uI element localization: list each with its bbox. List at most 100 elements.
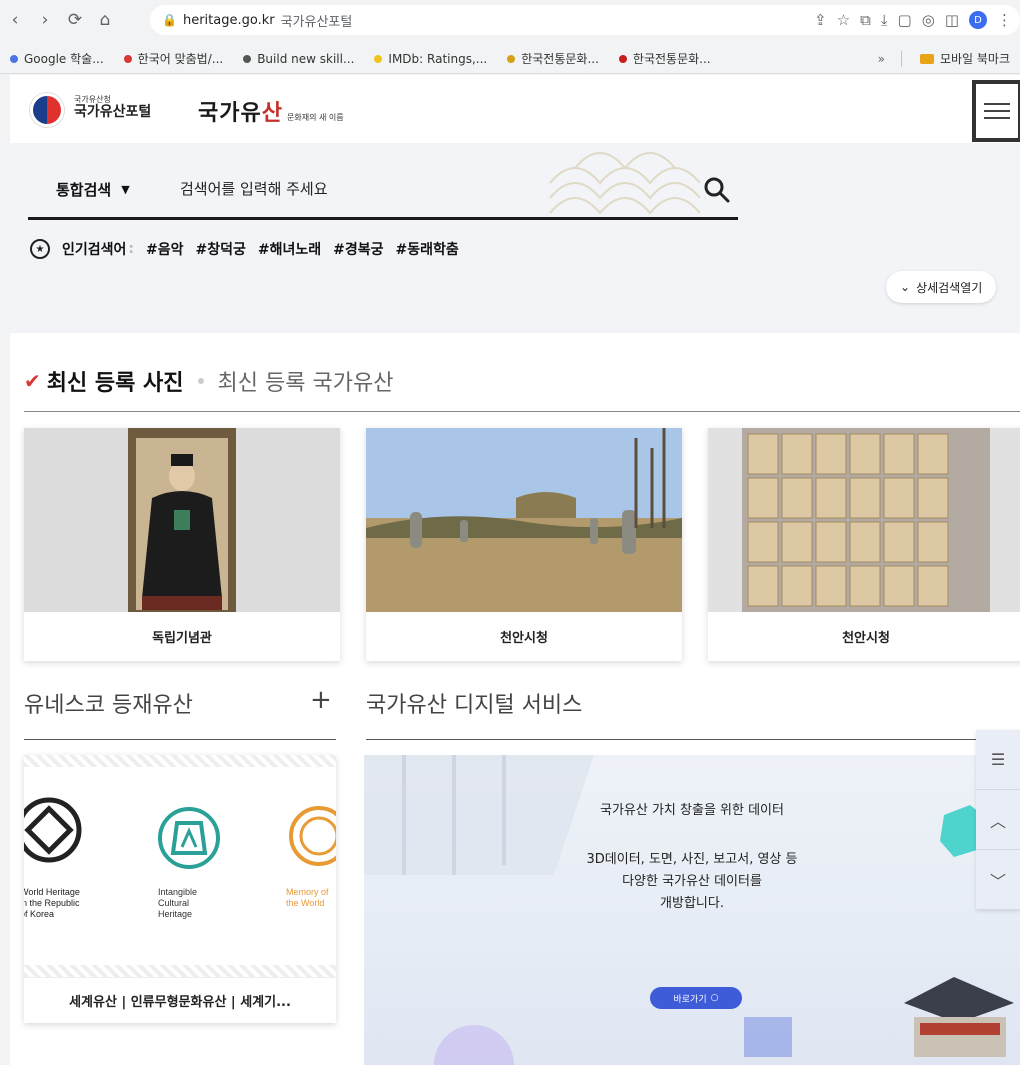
intangible-heritage-label: Intangible Cultural Heritage [158,887,198,919]
check-icon: ✔ [24,369,41,393]
bookmark-item[interactable]: 한국전통문화... [497,50,609,67]
page-viewport: 국가유산청 국가유산포털 국가유산 문화재의 새 이름 통합검색 ▼ 검색어를 … [10,75,1020,1065]
tab-divider [197,378,204,384]
unesco-more-button[interactable]: + [310,687,332,713]
digital-service-banner[interactable]: 국가유산 가치 창출을 위한 데이터 3D데이터, 도면, 사진, 보고서, 영… [364,755,1020,1065]
brand-tagline: 문화재의 새 이름 [286,113,344,122]
bookmark-favicon-icon [243,54,252,63]
back-icon[interactable]: ‹ [0,5,30,35]
portrait-illustration [128,428,236,612]
unesco-emblems: World Heritage in the Republic of Korea … [24,767,336,977]
scroll-top-chevron-icon[interactable]: ︿ [976,790,1020,850]
bookmark-item[interactable]: IMDb: Ratings,... [364,52,497,66]
search-input[interactable] [180,173,700,205]
popular-star-icon: ★ [30,239,50,259]
bookmark-favicon-icon [618,54,627,63]
bookmarks-divider [900,50,902,67]
intangible-heritage-emblem-icon [158,807,220,869]
scroll-down-chevron-icon[interactable]: ﹀ [976,850,1020,910]
memory-of-world-emblem-icon [289,806,336,866]
home-icon[interactable]: ⌂ [90,5,120,35]
unesco-card[interactable]: World Heritage in the Republic of Korea … [24,755,336,1023]
bookmarks-bar: Google 학술... 한국어 맞춤법/... Build new skill… [0,44,1020,74]
browser-menu-icon[interactable]: ⋮ [997,11,1012,29]
card-caption: 천안시청 [500,631,548,646]
search-type-dropdown[interactable]: 통합검색 ▼ [56,179,130,200]
photo-card[interactable]: 천안시청 [366,428,682,661]
digital-description: 3D데이터, 도면, 사진, 보고서, 영상 등 다양한 국가유산 데이터를 개… [586,852,798,911]
go-button[interactable]: 바로가기 ○ [650,987,742,1009]
bookmark-favicon-icon [123,54,132,63]
tabs-divider [24,411,1020,412]
agency-name: 국가유산청 [74,95,111,104]
keyword-tag[interactable]: #경복궁 [333,239,383,259]
photo-tabs: ✔ 최신 등록 사진 최신 등록 국가유산 [24,365,393,397]
bookmark-item[interactable]: Build new skill... [233,52,364,66]
search-section: 통합검색 ▼ ★ 인기검색어 : #음악 #창덕궁 #해녀노래 #경복궁 #동래… [10,143,1020,333]
more-bookmarks-button[interactable]: » [870,52,893,66]
photo-card[interactable]: 독립기념관 [24,428,340,661]
search-icon[interactable] [702,175,732,205]
detail-search-button[interactable]: ⌄ 상세검색열기 [886,271,997,303]
extensions-icon[interactable]: ⧉ [860,11,871,29]
brand-wordmark: 국가유산 [198,101,283,126]
card-caption: 천안시청 [842,631,890,646]
stone-statues-illustration [366,428,682,612]
portrait-scroll-image [24,428,340,612]
profile-avatar[interactable]: D [969,11,987,29]
decorative-strip [24,755,336,767]
unesco-caption: 세계유산 | 인류무형문화유산 | 세계기... [24,977,336,1023]
caret-down-icon: ▼ [121,183,130,196]
world-heritage-label: World Heritage in the Republic of Korea [24,887,80,919]
bookmark-item[interactable]: 한국전통문화... [609,50,721,67]
keyword-tag[interactable]: #해녀노래 [258,239,321,259]
bookmark-item[interactable]: Google 학술... [0,50,114,67]
digital-divider [366,739,1020,740]
forward-icon[interactable]: › [30,5,60,35]
unesco-section-title: 유네스코 등재유산 [24,693,193,718]
keyword-tag[interactable]: #동래학춤 [396,239,459,259]
quick-menu-icon[interactable]: ☰ [976,730,1020,790]
digital-headline: 국가유산 가치 창출을 위한 데이터 [600,803,784,818]
browser-toolbar: ‹ › ⟳ ⌂ 🔒 heritage.go.kr 국가유산포털 ⇪ ☆ ⧉ ⤓ … [0,0,1020,40]
mobile-bookmarks-folder[interactable]: 모바일 북마크 [910,50,1020,67]
tab-latest-heritage[interactable]: 최신 등록 국가유산 [218,365,394,397]
unesco-divider [24,739,336,740]
bookmark-favicon-icon [507,54,516,63]
landscape-image [366,428,682,612]
popular-keywords: ★ 인기검색어 : #음악 #창덕궁 #해녀노래 #경복궁 #동래학춤 [30,239,459,259]
screenshot-icon[interactable]: ◎ [922,11,935,29]
taegeuk-logo-icon[interactable] [30,93,64,127]
bookmark-star-icon[interactable]: ☆ [837,11,850,29]
tab-search-icon[interactable]: ▢ [898,11,912,29]
url-text: heritage.go.kr [182,12,275,28]
brand-logo[interactable]: 국가유산 문화재의 새 이름 [198,95,344,127]
hamburger-icon [984,103,1010,119]
portal-name: 국가유산포털 [74,104,152,121]
photo-card[interactable]: 천안시청 [708,428,1020,661]
woodblock-tiles-image [708,428,1020,612]
agency-logo[interactable]: 국가유산청 국가유산포털 [74,95,151,120]
reload-icon[interactable]: ⟳ [60,5,90,35]
download-icon[interactable]: ⤓ [881,11,888,29]
hamburger-menu-button[interactable] [972,80,1020,142]
bookmark-favicon-icon [374,54,383,63]
lock-icon: 🔒 [162,13,177,27]
memory-of-world-label: Memory of the World [286,887,329,908]
digital-section-title: 국가유산 디지털 서비스 [366,693,583,718]
address-bar[interactable]: 🔒 heritage.go.kr 국가유산포털 ⇪ ☆ ⧉ ⤓ ▢ ◎ ◫ D … [150,5,1020,35]
side-panel-icon[interactable]: ◫ [945,11,959,29]
circle-icon: ○ [710,993,719,1003]
tab-latest-photos[interactable]: ✔ 최신 등록 사진 [24,365,184,397]
decorative-strip [24,965,336,977]
bookmark-item[interactable]: 한국어 맞춤법/... [114,50,234,67]
site-title-text: 국가유산포털 [280,14,353,30]
floating-quick-menu: ☰ ︿ ﹀ [976,730,1020,910]
tiles-illustration [742,428,990,612]
folder-icon [919,53,934,64]
keyword-tag[interactable]: #음악 [146,239,184,259]
share-icon[interactable]: ⇪ [814,11,827,29]
keyword-tag[interactable]: #창덕궁 [196,239,246,259]
card-caption: 독립기념관 [152,631,212,646]
bookmark-favicon-icon [10,54,18,63]
